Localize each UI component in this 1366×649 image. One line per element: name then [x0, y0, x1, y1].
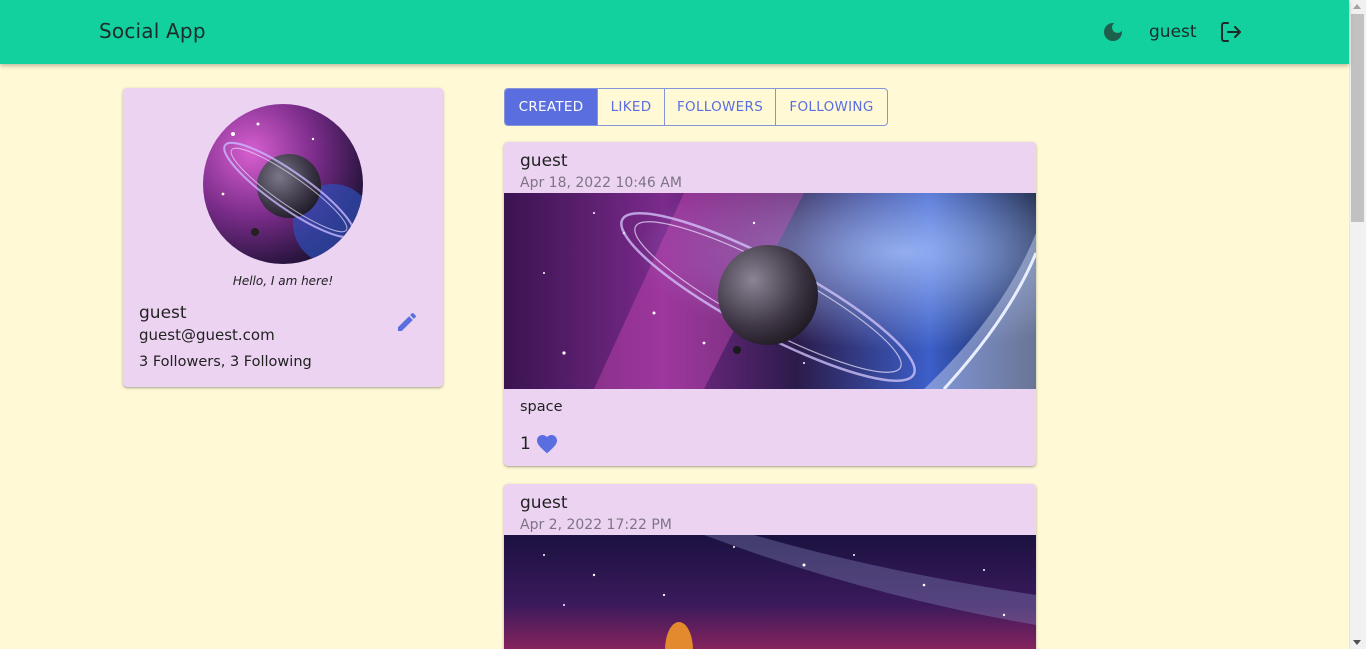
avatar	[203, 104, 363, 264]
scroll-down-arrow-icon[interactable]	[1353, 640, 1361, 645]
tab-created[interactable]: Created	[505, 89, 598, 125]
post-date: Apr 18, 2022 10:46 AM	[520, 175, 682, 191]
profile-bio: Hello, I am here!	[232, 274, 334, 288]
post-author[interactable]: guest	[520, 151, 568, 171]
heart-icon[interactable]	[535, 432, 559, 456]
pencil-icon[interactable]	[395, 310, 419, 334]
post-card: guest Apr 18, 2022 10:46 AM space 1	[504, 142, 1036, 466]
post-author[interactable]: guest	[520, 493, 568, 513]
tab-following[interactable]: Following	[776, 89, 887, 125]
post-card: guest Apr 2, 2022 17:22 PM	[504, 484, 1036, 649]
logout-icon[interactable]	[1219, 20, 1243, 44]
post-likes: 1	[520, 432, 559, 456]
tab-followers[interactable]: Followers	[665, 89, 776, 125]
follow-summary[interactable]: 3 Followers, 3 Following	[139, 354, 312, 370]
post-caption: space	[520, 399, 563, 415]
profile-card: Hello, I am here! guest guest@guest.com …	[123, 88, 443, 387]
scroll-up-arrow-icon[interactable]	[1353, 4, 1361, 9]
post-image	[504, 535, 1036, 649]
profile-tabs: Created Liked Followers Following	[504, 88, 888, 126]
app-title[interactable]: Social App	[99, 19, 206, 43]
moon-icon[interactable]	[1101, 20, 1125, 44]
post-image	[504, 193, 1036, 391]
app-bar: Social App guest	[0, 0, 1349, 64]
profile-email: guest@guest.com	[139, 326, 275, 344]
tab-liked[interactable]: Liked	[598, 89, 665, 125]
scrollbar-thumb[interactable]	[1351, 14, 1364, 222]
post-date: Apr 2, 2022 17:22 PM	[520, 517, 672, 533]
current-user-name[interactable]: guest	[1149, 22, 1197, 42]
like-count: 1	[520, 434, 531, 454]
profile-name: guest	[139, 303, 187, 323]
